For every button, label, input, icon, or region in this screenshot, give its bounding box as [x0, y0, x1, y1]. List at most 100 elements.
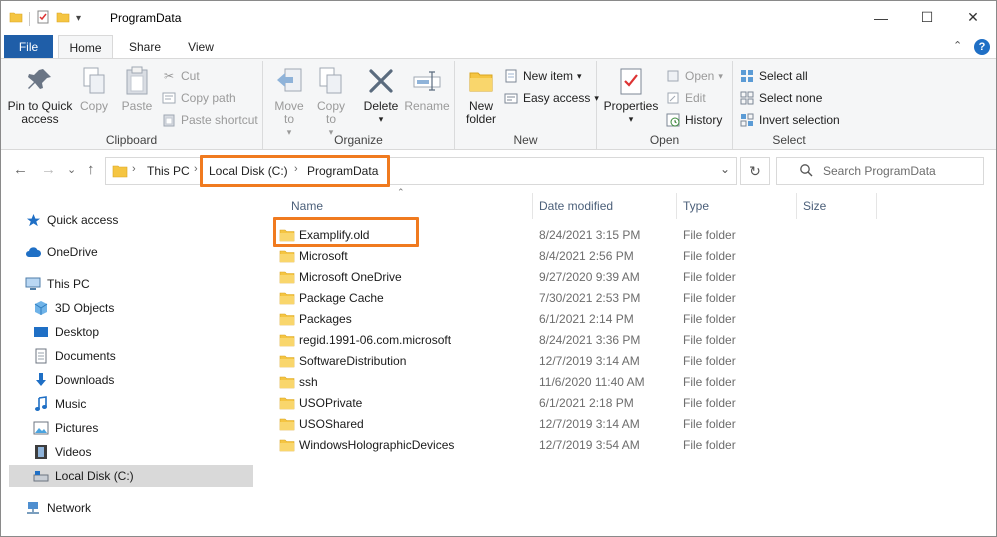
properties-check-icon[interactable] [36, 10, 50, 27]
table-row[interactable]: Microsoft OneDrive 9/27/2020 9:39 AM File … [271, 267, 996, 288]
file-date-modified: 12/7/2019 3:54 AM [539, 438, 640, 452]
folder-icon [279, 354, 295, 371]
nav-documents[interactable]: Documents [33, 345, 116, 367]
paste-shortcut-button[interactable]: Paste shortcut [161, 111, 258, 129]
easy-access-button[interactable]: Easy access ▾ [503, 89, 599, 107]
copy-to-button[interactable]: Copy to ▾ [311, 65, 351, 139]
nav-3d-objects[interactable]: 3D Objects [33, 297, 114, 319]
column-header-date[interactable]: Date modified [533, 193, 677, 219]
cut-label: Cut [181, 69, 200, 83]
back-button[interactable]: ← [13, 161, 28, 178]
pin-to-quick-access-button[interactable]: Pin to Quick access [5, 65, 75, 126]
tab-share[interactable]: Share [121, 35, 169, 59]
tab-view[interactable]: View [177, 35, 225, 59]
ribbon-tabs: File Home Share View ⌃ ? [1, 35, 996, 59]
file-type: File folder [683, 396, 736, 410]
properties-label: Properties [603, 99, 659, 113]
nav-downloads[interactable]: Downloads [33, 369, 114, 391]
history-button[interactable]: History [665, 111, 722, 129]
address-dropdown-icon[interactable]: ⌄ [720, 162, 730, 176]
folder-icon [279, 396, 295, 413]
table-row[interactable]: Microsoft 8/4/2021 2:56 PM File folder [271, 246, 996, 267]
nav-onedrive[interactable]: OneDrive [25, 241, 98, 263]
table-row[interactable]: regid.1991-06.com.microsoft 8/24/2021 3:3… [271, 330, 996, 351]
file-type: File folder [683, 228, 736, 242]
nav-pictures[interactable]: Pictures [33, 417, 98, 439]
copy-path-button[interactable]: Copy path [161, 89, 236, 107]
recent-locations-button[interactable]: ⌄ [67, 163, 76, 176]
table-row[interactable]: USOShared 12/7/2019 3:14 AM File folder [271, 414, 996, 435]
select-none-button[interactable]: Select none [739, 89, 822, 107]
delete-button[interactable]: Delete ▾ [359, 65, 403, 126]
table-row[interactable]: SoftwareDistribution 12/7/2019 3:14 AM Fil… [271, 351, 996, 372]
edit-button[interactable]: Edit [665, 89, 706, 107]
file-type: File folder [683, 438, 736, 452]
folder-icon [279, 270, 295, 287]
file-name: USOPrivate [299, 396, 363, 410]
breadcrumb-this-pc[interactable]: This PC [147, 164, 190, 178]
new-item-button[interactable]: New item ▾ [503, 67, 582, 85]
nav-network[interactable]: Network [25, 497, 91, 519]
nav-this-pc[interactable]: This PC [25, 273, 90, 295]
nav-desktop[interactable]: Desktop [33, 321, 99, 343]
up-button[interactable]: ↑ [87, 161, 95, 178]
file-date-modified: 6/1/2021 2:18 PM [539, 396, 634, 410]
refresh-button[interactable]: ↻ [740, 157, 770, 185]
column-header-type[interactable]: Type [677, 193, 797, 219]
paste-button[interactable]: Paste [116, 65, 158, 113]
rename-label: Rename [404, 99, 450, 113]
paste-shortcut-icon [161, 112, 177, 128]
column-header-name[interactable]: Name [285, 193, 533, 219]
table-row[interactable]: WindowsHolographicDevices 12/7/2019 3:54 … [271, 435, 996, 456]
open-button[interactable]: Open ▾ [665, 67, 723, 85]
file-name: Packages [299, 312, 352, 326]
clipboard-group-label: Clipboard [105, 133, 158, 147]
table-row[interactable]: Packages 6/1/2021 2:14 PM File folder [271, 309, 996, 330]
nav-quick-access[interactable]: Quick access [25, 209, 118, 231]
table-row[interactable]: ssh 11/6/2020 11:40 AM File folder [271, 372, 996, 393]
collapse-ribbon-icon[interactable]: ⌃ [953, 39, 962, 52]
forward-button[interactable]: → [41, 161, 56, 178]
open-group-label: Open [649, 133, 680, 147]
new-item-icon [503, 68, 519, 84]
picture-icon [33, 420, 49, 436]
column-header-size[interactable]: Size [797, 193, 877, 219]
invert-selection-icon [739, 112, 755, 128]
tab-file[interactable]: File [4, 35, 53, 59]
file-date-modified: 6/1/2021 2:14 PM [539, 312, 634, 326]
delete-label: Delete [363, 99, 399, 113]
cut-button[interactable]: ✂ Cut [161, 67, 200, 85]
properties-button[interactable]: Properties ▾ [603, 65, 659, 126]
select-none-icon [739, 90, 755, 106]
clipboard-icon [121, 65, 153, 97]
file-name: regid.1991-06.com.microsoft [299, 333, 452, 347]
nav-videos[interactable]: Videos [33, 441, 91, 463]
new-folder-qat-icon[interactable] [56, 10, 70, 27]
select-group-label: Select [772, 133, 806, 147]
nav-music[interactable]: Music [33, 393, 86, 415]
pin-icon [24, 65, 56, 97]
move-to-icon [273, 65, 305, 97]
maximize-button[interactable]: ☐ [904, 1, 950, 34]
close-button[interactable]: ✕ [950, 1, 996, 34]
new-group: New folder New item ▾ Easy access ▾ New [455, 61, 599, 149]
minimize-button[interactable]: — [858, 1, 904, 34]
search-box[interactable]: Search ProgramData [776, 157, 984, 185]
table-row[interactable]: Package Cache 7/30/2021 2:53 PM File folde… [271, 288, 996, 309]
help-icon[interactable]: ? [974, 39, 990, 55]
nav-label: OneDrive [47, 245, 98, 259]
new-item-dropdown-icon: ▾ [577, 70, 582, 81]
copy-button[interactable]: Copy [73, 65, 115, 113]
customize-qat-icon[interactable]: ▾ [76, 13, 81, 24]
scissors-icon: ✂ [163, 69, 175, 83]
select-all-button[interactable]: Select all [739, 67, 808, 85]
new-folder-button[interactable]: New folder [459, 65, 503, 126]
rename-button[interactable]: Rename [403, 65, 451, 113]
invert-selection-button[interactable]: Invert selection [739, 111, 840, 129]
drive-icon [33, 468, 49, 484]
nav-label: Videos [55, 445, 92, 459]
nav-local-disk[interactable]: Local Disk (C:) [9, 465, 253, 487]
tab-home[interactable]: Home [58, 35, 113, 59]
table-row[interactable]: USOPrivate 6/1/2021 2:18 PM File folder [271, 393, 996, 414]
move-to-button[interactable]: Move to ▾ [269, 65, 309, 139]
